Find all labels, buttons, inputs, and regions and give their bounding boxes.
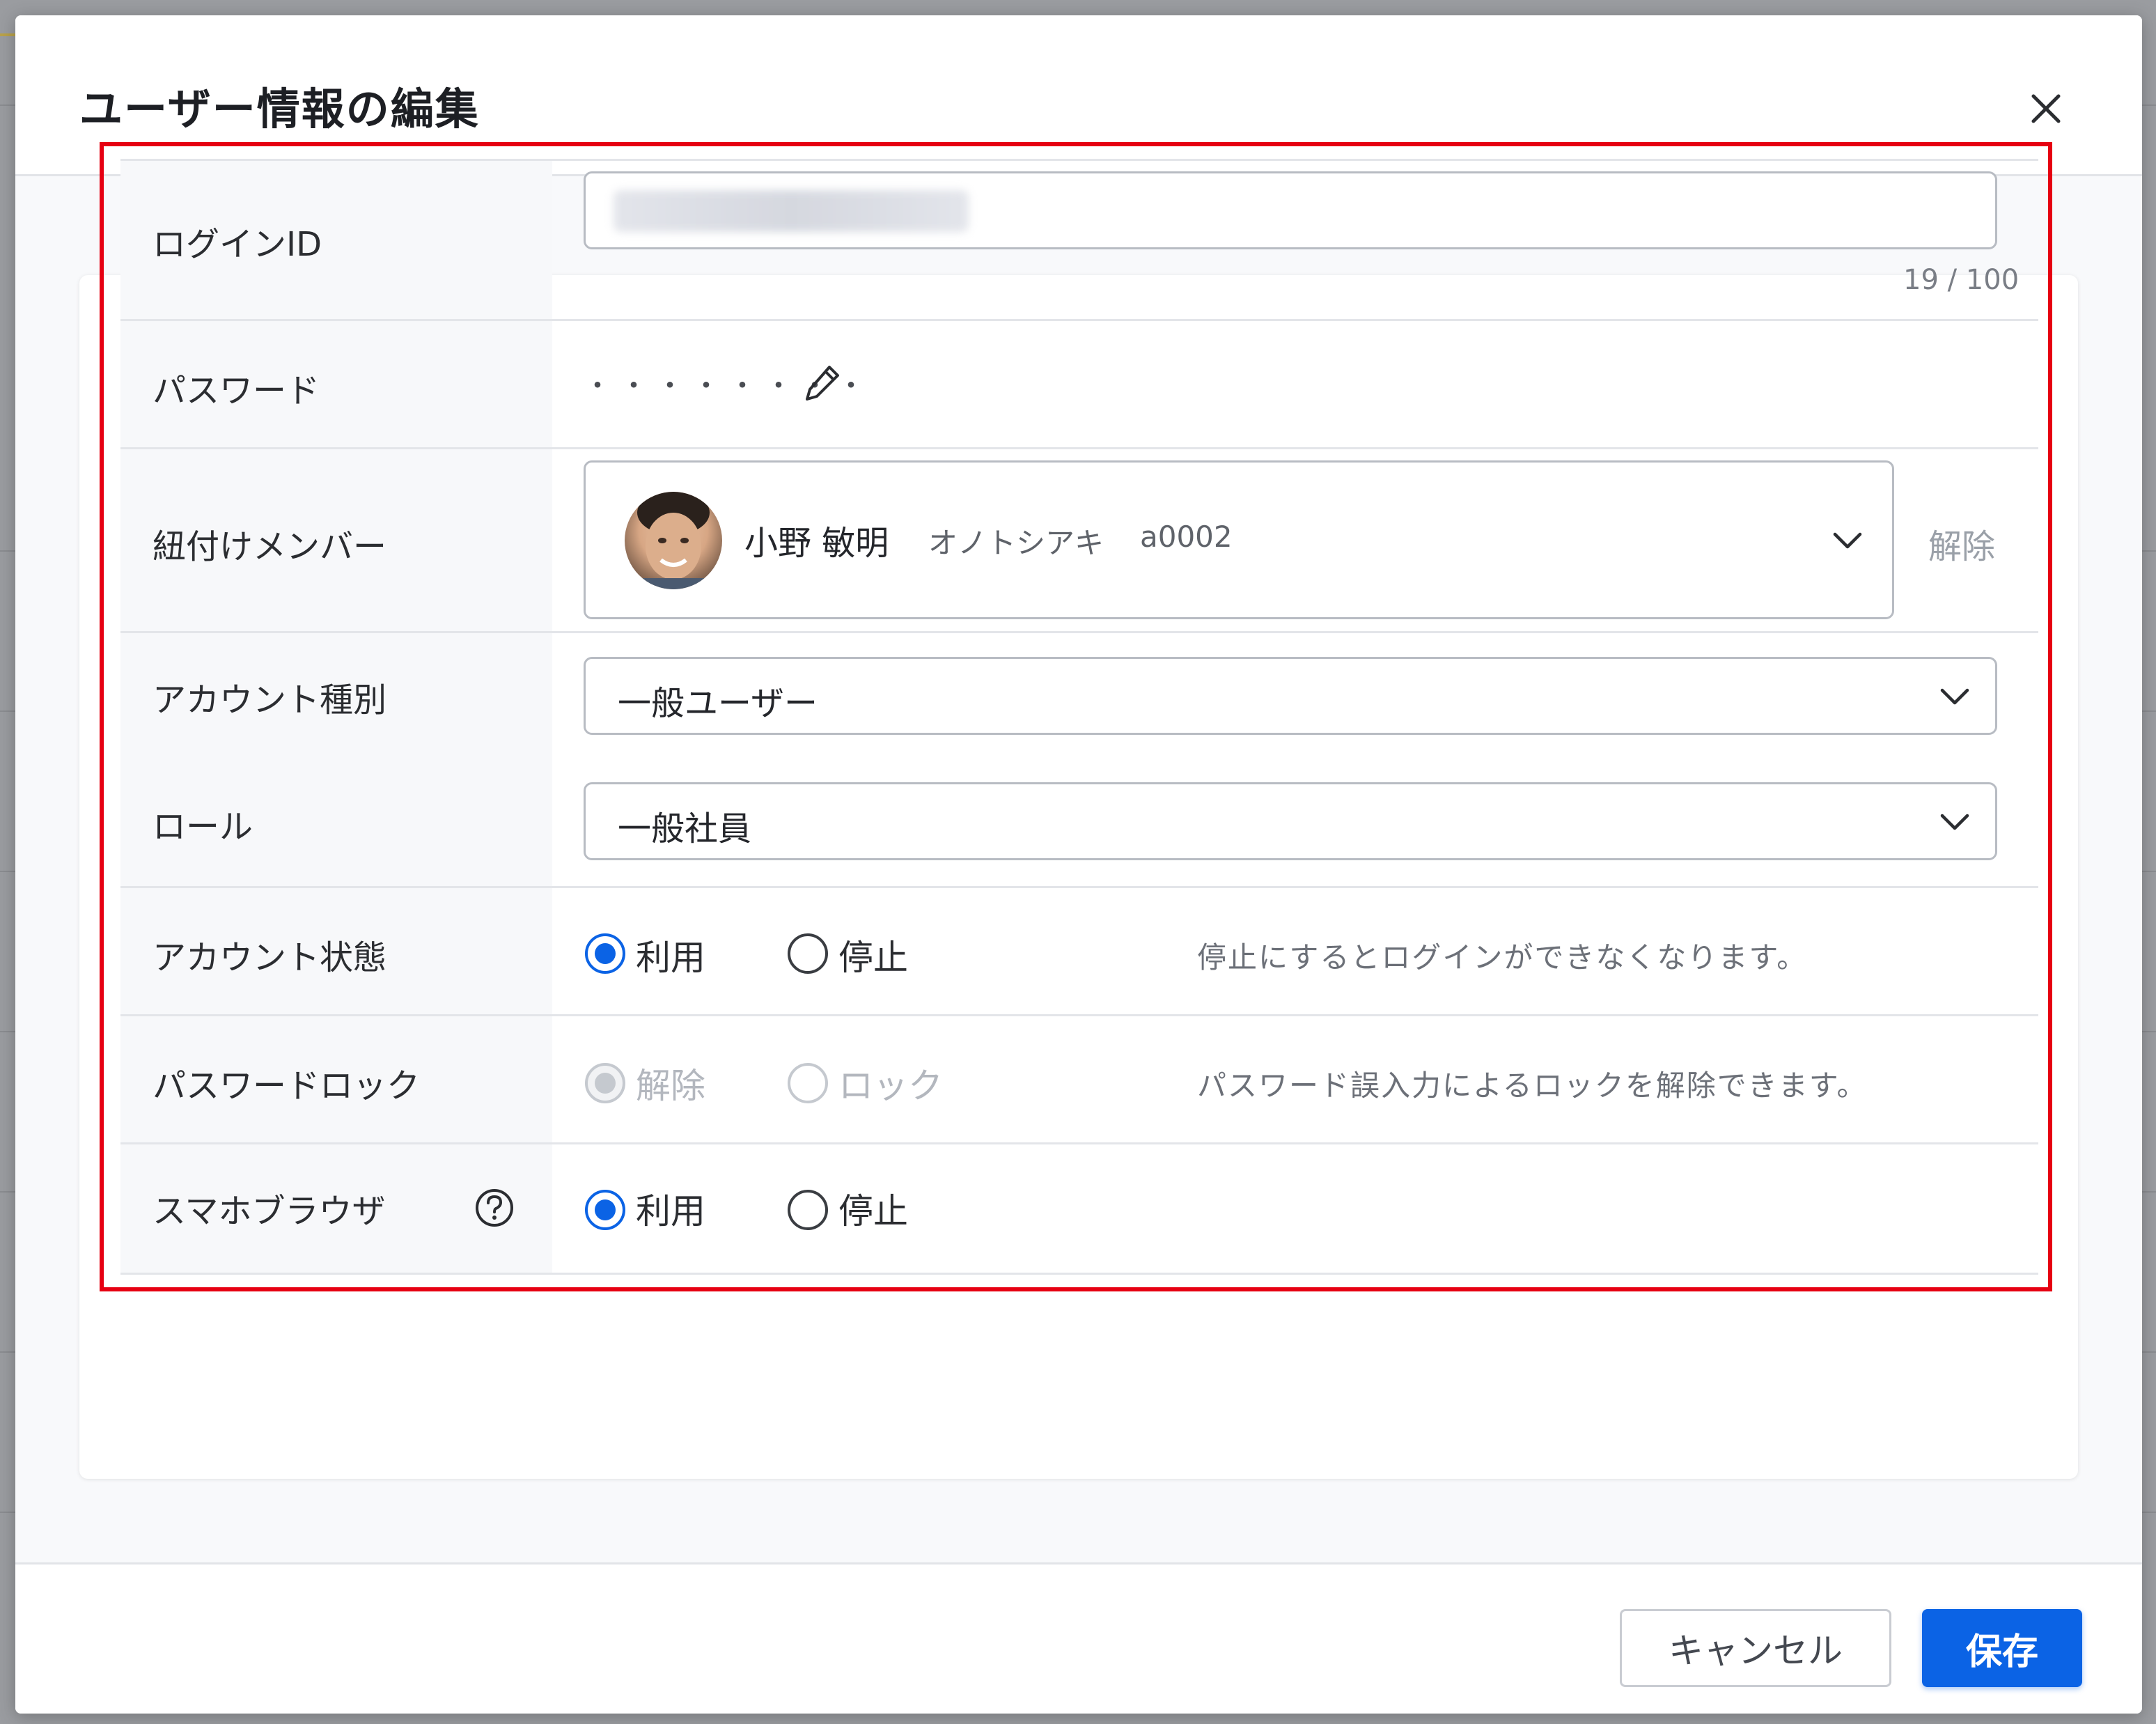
background-accent	[0, 33, 15, 36]
row-password-lock: パスワードロック 解除 ロック パスワード誤入力によるロックを解除できます。	[120, 1014, 2038, 1144]
dialog-footer: キャンセル 保存	[15, 1562, 2142, 1714]
account-status-radio-active[interactable]	[583, 931, 627, 976]
account-status-radio-suspended[interactable]	[786, 931, 830, 976]
label-cell: スマホブラウザ	[120, 1144, 552, 1273]
password-lock-option-lock: ロック	[838, 1066, 943, 1106]
label-cell: 紐付けメンバー	[120, 449, 552, 633]
password-label: パスワード	[153, 371, 320, 410]
account-type-value: 一般ユーザー	[618, 684, 818, 723]
account-type-label: アカウント種別	[153, 681, 387, 720]
chevron-down-icon	[1940, 688, 1969, 705]
password-lock-label: パスワードロック	[153, 1066, 421, 1105]
password-lock-option-unlock: 解除	[636, 1066, 705, 1106]
member-code: a0002	[1140, 520, 1233, 554]
unlink-member-link[interactable]: 解除	[1928, 519, 1995, 568]
row-login-id: ログインID 19 / 100	[120, 159, 2038, 321]
label-cell: パスワード	[120, 321, 552, 449]
row-password: パスワード ・・・・・・・・	[120, 319, 2038, 449]
avatar	[625, 492, 722, 589]
role-select[interactable]: 一般社員	[584, 782, 1997, 860]
row-account-type-role: アカウント種別 ロール 一般ユーザー 一般社員	[120, 631, 2038, 888]
save-button[interactable]: 保存	[1922, 1609, 2082, 1687]
smartphone-browser-radio-disabled[interactable]	[786, 1188, 830, 1232]
smartphone-browser-radio-enabled[interactable]	[583, 1188, 627, 1232]
row-account-status: アカウント状態 利用 停止 停止にするとログインができなくなります。	[120, 886, 2038, 1016]
dialog-title: ユーザー情報の編集	[79, 84, 480, 134]
login-id-input[interactable]	[584, 171, 1997, 249]
login-id-char-counter: 19 / 100	[1903, 264, 2020, 296]
linked-member-select[interactable]: 小野 敏明 オノトシアキ a0002	[584, 460, 1894, 619]
label-cell: パスワードロック	[120, 1016, 552, 1144]
edit-user-dialog: ユーザー情報の編集 ログインID 19 / 100 パスワード ・・・・・・・・…	[15, 15, 2142, 1714]
smartphone-browser-option-enabled[interactable]: 利用	[636, 1183, 705, 1234]
account-status-label: アカウント状態	[153, 938, 387, 977]
pencil-icon[interactable]	[802, 362, 843, 403]
account-status-help: 停止にするとログインができなくなります。	[1197, 940, 1808, 974]
chevron-down-icon	[1833, 532, 1862, 549]
smartphone-browser-label: スマホブラウザ	[153, 1192, 386, 1231]
account-type-select[interactable]: 一般ユーザー	[584, 657, 1997, 735]
label-cell: アカウント種別 ロール	[120, 633, 552, 888]
member-kana: オノトシアキ	[928, 526, 1104, 560]
password-lock-radio-lock	[788, 1063, 828, 1103]
chevron-down-icon	[1940, 814, 1969, 830]
account-status-option-active[interactable]: 利用	[636, 930, 705, 980]
label-cell: ログインID	[120, 161, 552, 321]
row-linked-member: 紐付けメンバー 小野 敏明 オノトシアキ a0002 解除	[120, 447, 2038, 633]
smartphone-browser-option-disabled[interactable]: 停止	[838, 1183, 908, 1234]
account-status-option-suspended[interactable]: 停止	[838, 930, 908, 980]
role-value: 一般社員	[618, 809, 752, 848]
member-name: 小野 敏明	[744, 524, 889, 563]
login-id-label: ログインID	[153, 225, 322, 264]
question-circle-icon[interactable]	[474, 1188, 515, 1228]
label-cell: アカウント状態	[120, 888, 552, 1016]
password-lock-help: パスワード誤入力によるロックを解除できます。	[1197, 1069, 1868, 1103]
cancel-button[interactable]: キャンセル	[1620, 1609, 1891, 1687]
dialog-header: ユーザー情報の編集	[15, 15, 2142, 176]
role-label: ロール	[153, 807, 253, 846]
row-smartphone-browser: スマホブラウザ 利用 停止	[120, 1142, 2038, 1275]
close-icon	[2031, 94, 2061, 123]
login-id-value-blurred	[614, 190, 969, 232]
close-button[interactable]	[2024, 86, 2068, 131]
linked-member-label: 紐付けメンバー	[153, 527, 387, 566]
password-lock-radio-unlock	[585, 1063, 625, 1103]
